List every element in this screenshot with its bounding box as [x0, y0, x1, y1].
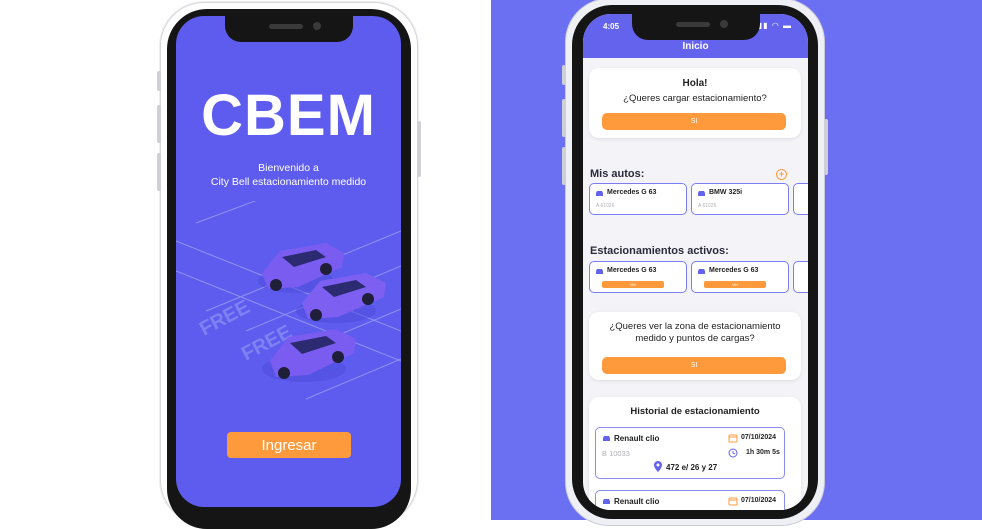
- car-icon: [698, 191, 705, 196]
- active-parking-card-partial[interactable]: [793, 261, 808, 293]
- home-screen: 4:05 ▮▮▮ ◠ ▬ Inicio Hola! ¿Queres cargar…: [583, 14, 808, 510]
- history-address: 472 e/ 26 y 27: [666, 463, 718, 472]
- home-phone-frame: 4:05 ▮▮▮ ◠ ▬ Inicio Hola! ¿Queres cargar…: [562, 0, 828, 526]
- car-name: Mercedes G 63: [709, 267, 759, 274]
- view-parking-button[interactable]: Ver: [704, 281, 766, 288]
- phone-notch: [224, 16, 353, 42]
- zone-question-line-1: ¿Queres ver la zona de estacionamiento: [609, 321, 781, 332]
- view-parking-button[interactable]: Ver: [602, 281, 664, 288]
- car-icon: [698, 269, 705, 274]
- car-icon: [603, 436, 610, 441]
- splash-screen: CBEM Bienvenido a City Bell estacionamie…: [176, 16, 401, 507]
- lot-label-free-1: FREE: [196, 296, 253, 340]
- zone-question-line-2: medido y puntos de cargas?: [635, 333, 755, 344]
- mute-switch: [562, 65, 566, 85]
- car-card[interactable]: Mercedes G 63 A 61026: [589, 183, 687, 215]
- zone-card: ¿Queres ver la zona de estacionamiento m…: [589, 312, 801, 380]
- active-parking-card[interactable]: Mercedes G 63 Ver: [589, 261, 687, 293]
- history-car-name: Renault clio: [614, 497, 660, 506]
- mute-switch: [157, 71, 161, 91]
- view-zone-yes-button[interactable]: SI: [602, 357, 786, 374]
- history-date: 07/10/2024: [741, 434, 777, 441]
- clock-icon: [728, 448, 738, 458]
- enter-button[interactable]: Ingresar: [227, 432, 351, 458]
- status-time: 4:05: [603, 22, 620, 31]
- welcome-line-2: City Bell estacionamiento medido: [210, 176, 367, 188]
- greeting-title: Hola!: [682, 78, 708, 89]
- page-title: Inicio: [682, 41, 709, 52]
- volume-up-button: [562, 99, 566, 137]
- calendar-icon: [728, 434, 738, 443]
- my-cars-label: Mis autos:: [590, 168, 645, 180]
- car-card-partial[interactable]: [793, 183, 808, 215]
- volume-down-button: [157, 153, 161, 191]
- greeting-question: ¿Queres cargar estacionamiento?: [623, 93, 767, 104]
- active-parking-card[interactable]: Mercedes G 63 Ver: [691, 261, 789, 293]
- history-card: Historial de estacionamiento Renault cli…: [589, 397, 801, 510]
- car-plate: A 61026: [698, 203, 717, 209]
- volume-up-button: [157, 105, 161, 143]
- history-duration: 1h 30m 5s: [746, 449, 780, 456]
- welcome-line-1: Bienvenido a: [258, 162, 319, 174]
- add-car-icon[interactable]: +: [776, 169, 787, 180]
- car-name: Mercedes G 63: [607, 267, 657, 274]
- location-pin-icon: [654, 461, 662, 472]
- car-icon: [603, 499, 610, 504]
- history-title: Historial de estacionamiento: [630, 406, 760, 417]
- app-logo-text: CBEM: [201, 83, 376, 148]
- car-name: Mercedes G 63: [607, 189, 657, 196]
- phone-notch: [631, 14, 760, 40]
- car-icon: [596, 191, 603, 196]
- volume-down-button: [562, 147, 566, 185]
- power-button: [417, 121, 421, 177]
- history-date: 07/10/2024: [741, 497, 777, 504]
- history-item[interactable]: Renault clio 07/10/2024: [595, 490, 785, 510]
- splash-phone-frame: CBEM Bienvenido a City Bell estacionamie…: [157, 2, 421, 529]
- power-button: [824, 119, 828, 175]
- history-plate: B 10033: [602, 449, 630, 458]
- parking-lot-illustration: FREE FREE: [176, 201, 401, 400]
- welcome-text: Bienvenido a City Bell estacionamiento m…: [176, 161, 401, 189]
- calendar-icon: [728, 497, 738, 506]
- car-icon: [596, 269, 603, 274]
- car-name: BMW 325i: [709, 189, 743, 196]
- active-parkings-label: Estacionamientos activos:: [590, 245, 729, 257]
- car-card[interactable]: BMW 325i A 61026: [691, 183, 789, 215]
- history-car-name: Renault clio: [614, 434, 660, 443]
- car-plate: A 61026: [596, 203, 615, 209]
- load-parking-yes-button[interactable]: SI: [602, 113, 786, 130]
- history-item[interactable]: Renault clio B 10033 07/10/2024 1h 30m 5…: [595, 427, 785, 479]
- greeting-card: Hola! ¿Queres cargar estacionamiento? SI: [589, 68, 801, 138]
